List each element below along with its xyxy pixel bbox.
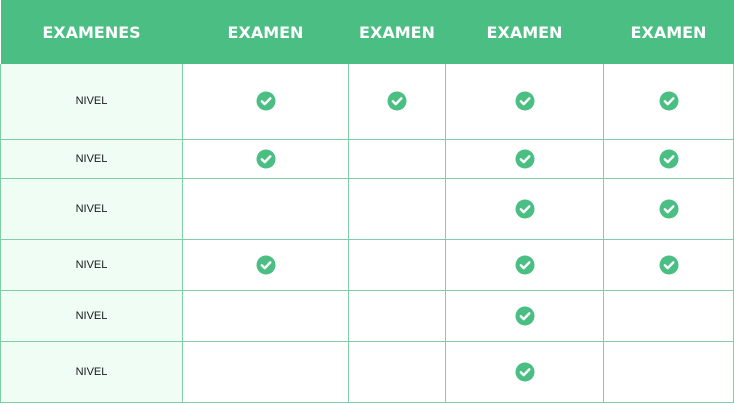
check-circle-icon xyxy=(515,362,535,382)
table-cell xyxy=(603,238,734,291)
table-cell xyxy=(603,64,734,140)
row-label: NIVEL xyxy=(0,289,183,342)
table-cell xyxy=(348,138,446,179)
check-circle-icon xyxy=(256,91,276,111)
table-cell xyxy=(603,340,734,403)
check-circle-icon xyxy=(515,199,535,219)
header-examen-4: EXAMEN xyxy=(603,0,734,64)
check-circle-icon xyxy=(659,199,679,219)
check-circle-icon xyxy=(515,306,535,326)
check-circle-icon xyxy=(659,91,679,111)
table-cell xyxy=(603,177,734,240)
table-row: NIVEL xyxy=(0,177,734,240)
table-row: NIVEL xyxy=(0,289,734,342)
table-cell xyxy=(445,177,604,240)
table-row: NIVEL xyxy=(0,138,734,179)
table-row: NIVEL xyxy=(0,340,734,403)
row-label: NIVEL xyxy=(0,64,183,140)
check-circle-icon xyxy=(256,149,276,169)
table-row: NIVEL xyxy=(0,64,734,140)
table-cell xyxy=(182,340,349,403)
header-examenes: EXAMENES xyxy=(0,0,183,64)
table-cell xyxy=(348,64,446,140)
table-cell xyxy=(603,138,734,179)
table-cell xyxy=(348,340,446,403)
header-examen-2: EXAMEN xyxy=(348,0,446,64)
header-examen-1: EXAMEN xyxy=(182,0,349,64)
table-cell xyxy=(445,64,604,140)
table-cell xyxy=(445,340,604,403)
exams-table: EXAMENES EXAMEN EXAMEN EXAMEN EXAMEN NIV… xyxy=(0,0,734,403)
row-label: NIVEL xyxy=(0,340,183,403)
table-cell xyxy=(603,289,734,342)
table-row: NIVEL xyxy=(0,238,734,291)
header-row: EXAMENES EXAMEN EXAMEN EXAMEN EXAMEN xyxy=(0,0,734,64)
check-circle-icon xyxy=(515,255,535,275)
table-cell xyxy=(348,289,446,342)
table-cell xyxy=(182,177,349,240)
check-circle-icon xyxy=(659,149,679,169)
table-cell xyxy=(182,64,349,140)
table-cell xyxy=(182,289,349,342)
header-examen-3: EXAMEN xyxy=(445,0,604,64)
check-circle-icon xyxy=(659,255,679,275)
table-cell xyxy=(445,289,604,342)
table-cell xyxy=(445,238,604,291)
table-cell xyxy=(348,238,446,291)
row-label: NIVEL xyxy=(0,177,183,240)
check-circle-icon xyxy=(256,255,276,275)
row-label: NIVEL xyxy=(0,238,183,291)
table-cell xyxy=(445,138,604,179)
check-circle-icon xyxy=(387,91,407,111)
table-cell xyxy=(182,138,349,179)
row-label: NIVEL xyxy=(0,138,183,179)
check-circle-icon xyxy=(515,91,535,111)
check-circle-icon xyxy=(515,149,535,169)
table-cell xyxy=(348,177,446,240)
table-cell xyxy=(182,238,349,291)
